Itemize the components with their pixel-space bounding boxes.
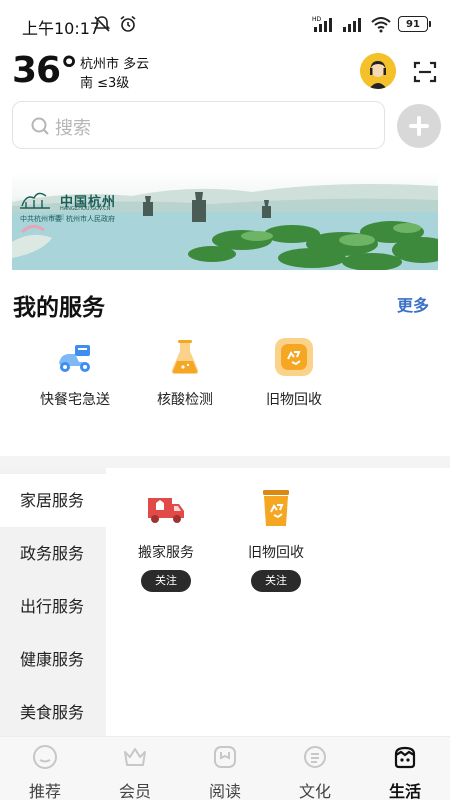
tab-life[interactable]: 生活 [360, 737, 450, 800]
signal-icon [343, 18, 361, 32]
weather-wind: 南 ≤3级 [80, 76, 130, 91]
service-label: 快餐宅急送 [40, 392, 110, 408]
delivery-scooter-icon [59, 345, 90, 372]
scan-icon[interactable] [412, 59, 438, 85]
wifi-icon [371, 17, 391, 33]
service-item-nucleic-test[interactable]: 核酸检测 [140, 337, 230, 409]
weather-location: 杭州市 多云 [80, 57, 150, 72]
bottom-tab-bar: 推荐 会员 阅读 文化 生活 [0, 736, 450, 800]
category-service-recycle[interactable]: 旧物回收 关注 [234, 488, 318, 592]
tab-recommend[interactable]: 推荐 [0, 737, 90, 800]
tab-label: 推荐 [28, 782, 61, 800]
service-label: 旧物回收 [266, 392, 322, 408]
recommend-icon [33, 745, 57, 769]
service-label: 搬家服务 [138, 545, 194, 561]
service-label: 旧物回收 [248, 545, 304, 561]
category-item-home[interactable]: 家居服务 [0, 474, 106, 527]
service-item-recycle[interactable]: 旧物回收 [249, 337, 339, 409]
service-item-delivery[interactable]: 快餐宅急送 [30, 337, 120, 409]
search-input[interactable]: 搜索 [12, 101, 385, 149]
section-title-my-services: 我的服务 [13, 295, 105, 321]
signal-hd-icon: HD [312, 16, 332, 32]
search-placeholder: 搜索 [55, 118, 91, 139]
search-icon [31, 117, 49, 135]
category-item-food[interactable]: 美食服务 [0, 686, 106, 739]
svg-text:HD: HD [312, 16, 322, 23]
status-bar: 上午10:17 HD 91 [0, 0, 450, 48]
tab-label: 阅读 [208, 782, 241, 800]
moving-truck-icon [148, 498, 184, 523]
tab-label: 生活 [388, 782, 421, 800]
add-button[interactable] [397, 104, 441, 148]
follow-button[interactable]: 关注 [251, 570, 301, 592]
banner-subtitle: HANGZHOU.GOV.CN [60, 206, 111, 212]
test-flask-icon [171, 340, 199, 374]
temperature: 36° [12, 50, 78, 91]
tab-label: 文化 [298, 782, 331, 800]
tab-label: 会员 [118, 782, 151, 800]
status-time: 上午10:17 [22, 19, 101, 38]
tab-read[interactable]: 阅读 [180, 737, 270, 800]
promo-banner[interactable]: 中国杭州 HANGZHOU.GOV.CN 中共杭州市委 杭州市人民政府 [12, 172, 438, 270]
tab-member[interactable]: 会员 [90, 737, 180, 800]
notification-off-icon [93, 16, 111, 32]
avatar[interactable] [360, 53, 396, 89]
follow-button[interactable]: 关注 [141, 570, 191, 592]
category-sidebar: 家居服务 政务服务 出行服务 健康服务 美食服务 [0, 468, 106, 736]
category-item-travel[interactable]: 出行服务 [0, 580, 106, 633]
recycle-icon [275, 338, 313, 376]
alarm-icon [120, 15, 136, 32]
avatar-person-icon [360, 53, 396, 89]
section-divider [0, 456, 450, 468]
read-icon [214, 746, 236, 768]
banner-org-left: 中共杭州市委 [20, 215, 62, 223]
more-link[interactable]: 更多 [397, 292, 429, 316]
culture-icon [304, 746, 326, 768]
category-service-moving[interactable]: 搬家服务 关注 [124, 488, 208, 592]
category-item-government[interactable]: 政务服务 [0, 527, 106, 580]
crown-icon [124, 748, 146, 766]
service-label: 核酸检测 [157, 392, 213, 408]
recycle-bin-icon [263, 490, 289, 526]
life-icon [394, 746, 416, 769]
tab-culture[interactable]: 文化 [270, 737, 360, 800]
category-item-health[interactable]: 健康服务 [0, 633, 106, 686]
banner-org-right: 杭州市人民政府 [66, 215, 115, 223]
battery-indicator: 91 [398, 16, 431, 32]
